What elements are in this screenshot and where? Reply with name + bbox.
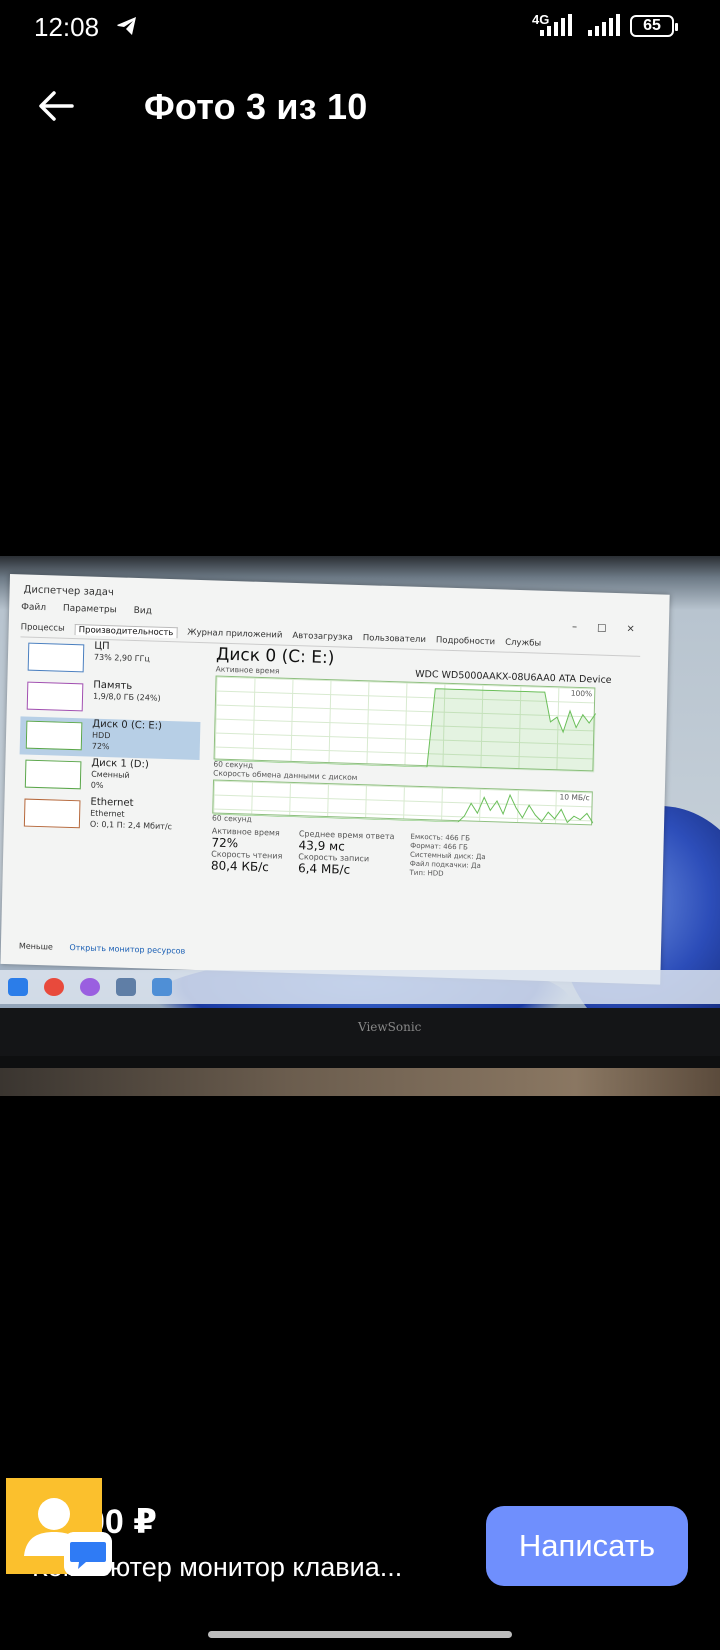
write-message-button[interactable]: Написать [486, 1506, 688, 1586]
window-footer: Меньше Открыть монитор ресурсов [19, 941, 186, 955]
menu-item: Файл [21, 602, 47, 614]
stat-label: Формат: [410, 841, 442, 851]
tab-startup: Автозагрузка [292, 630, 353, 643]
task-manager-window: Диспетчер задач –□× Файл Параметры Вид П… [0, 574, 670, 985]
home-indicator[interactable] [208, 1631, 512, 1638]
battery-indicator: 65 [630, 15, 678, 37]
tab-processes: Процессы [20, 622, 65, 634]
disk1-thumbnail [24, 759, 82, 790]
monitor-brand: ViewSonic [358, 1020, 422, 1034]
listing-photo[interactable]: Диспетчер задач –□× Файл Параметры Вид П… [0, 556, 720, 1096]
disk-stats: Активное время 72% Скорость чтения 80,4 … [211, 826, 612, 885]
yandex-icon [44, 978, 64, 996]
sidebar-item-disk1: Диск 1 (D:) Сменный 0% [19, 755, 200, 799]
stat-label: Емкость: [410, 832, 444, 842]
signal-icon [540, 14, 572, 36]
stat-label: Тип: [409, 868, 426, 878]
back-arrow-icon[interactable] [36, 86, 76, 126]
telegram-icon [117, 17, 136, 35]
disk-detail-panel: Диск 0 (C: E:) WDC WD5000AAKX-08U6AA0 AT… [211, 645, 616, 885]
menu-item: Вид [133, 605, 153, 617]
tab-users: Пользователи [362, 633, 427, 646]
stat-read-speed: 80,4 КБ/с [210, 858, 270, 875]
page-title: Фото 3 из 10 [144, 86, 368, 127]
desk-surface [0, 1056, 720, 1096]
graph-area [214, 688, 596, 773]
sidebar-item-disk0: Диск 0 (C: E:) HDD 72% [19, 716, 201, 761]
cpu-thumbnail [27, 642, 85, 673]
stat-system: Да [475, 852, 486, 862]
sidebar-item-sub: 1,9/8,0 ГБ (24%) [92, 691, 161, 703]
chat-bubble-icon [64, 1532, 112, 1576]
status-bar: 12:08 4G 65 [0, 0, 720, 54]
active-time-chart [214, 688, 597, 773]
fewer-details: Меньше [18, 941, 54, 952]
sidebar-item-sub: 0% [90, 780, 104, 791]
stat-formatted: 466 ГБ [443, 842, 468, 852]
resource-monitor-link: Открыть монитор ресурсов [69, 943, 186, 956]
window-controls: –□× [571, 621, 655, 636]
sidebar-item-sub: 73% 2,90 ГГц [93, 652, 150, 664]
sidebar-item-memory: Память 1,9/8,0 ГБ (24%) [21, 677, 202, 721]
sidebar-item-sub: О: 0,1 П: 2,4 Мбит/с [89, 819, 173, 832]
tab-details: Подробности [435, 635, 496, 648]
signal-icon-2 [588, 14, 620, 36]
perf-sidebar: ЦП 73% 2,90 ГГц Память 1,9/8,0 ГБ (24%) … [18, 638, 203, 839]
tab-performance: Производительность [74, 624, 178, 639]
window-title: Диспетчер задач [23, 584, 115, 599]
active-time-graph: 100% [213, 675, 597, 773]
taskbar [0, 970, 720, 1004]
windows-start-icon [8, 978, 28, 996]
stat-write-speed: 6,4 МБ/с [297, 861, 351, 877]
memory-thumbnail [26, 681, 84, 712]
task-manager-icon [152, 978, 172, 996]
tab-app-history: Журнал приложений [187, 627, 283, 641]
stat-capacity: 466 ГБ [445, 833, 471, 843]
settings-icon [116, 978, 136, 996]
disk0-thumbnail [25, 720, 83, 751]
status-time: 12:08 [34, 12, 100, 42]
tab-services: Службы [504, 637, 542, 649]
menu-item: Параметры [62, 603, 117, 616]
ethernet-thumbnail [23, 798, 81, 829]
menu-bar: Файл Параметры Вид [21, 602, 152, 616]
sidebar-item-sub: 72% [91, 741, 110, 752]
sidebar-item-cpu: ЦП 73% 2,90 ГГц [22, 638, 203, 682]
sidebar-item-ethernet: Ethernet Ethernet О: 0,1 П: 2,4 Мбит/с [18, 794, 199, 838]
stat-type: HDD [427, 869, 444, 878]
stat-pagefile: Да [470, 861, 481, 870]
alice-icon [80, 978, 100, 996]
